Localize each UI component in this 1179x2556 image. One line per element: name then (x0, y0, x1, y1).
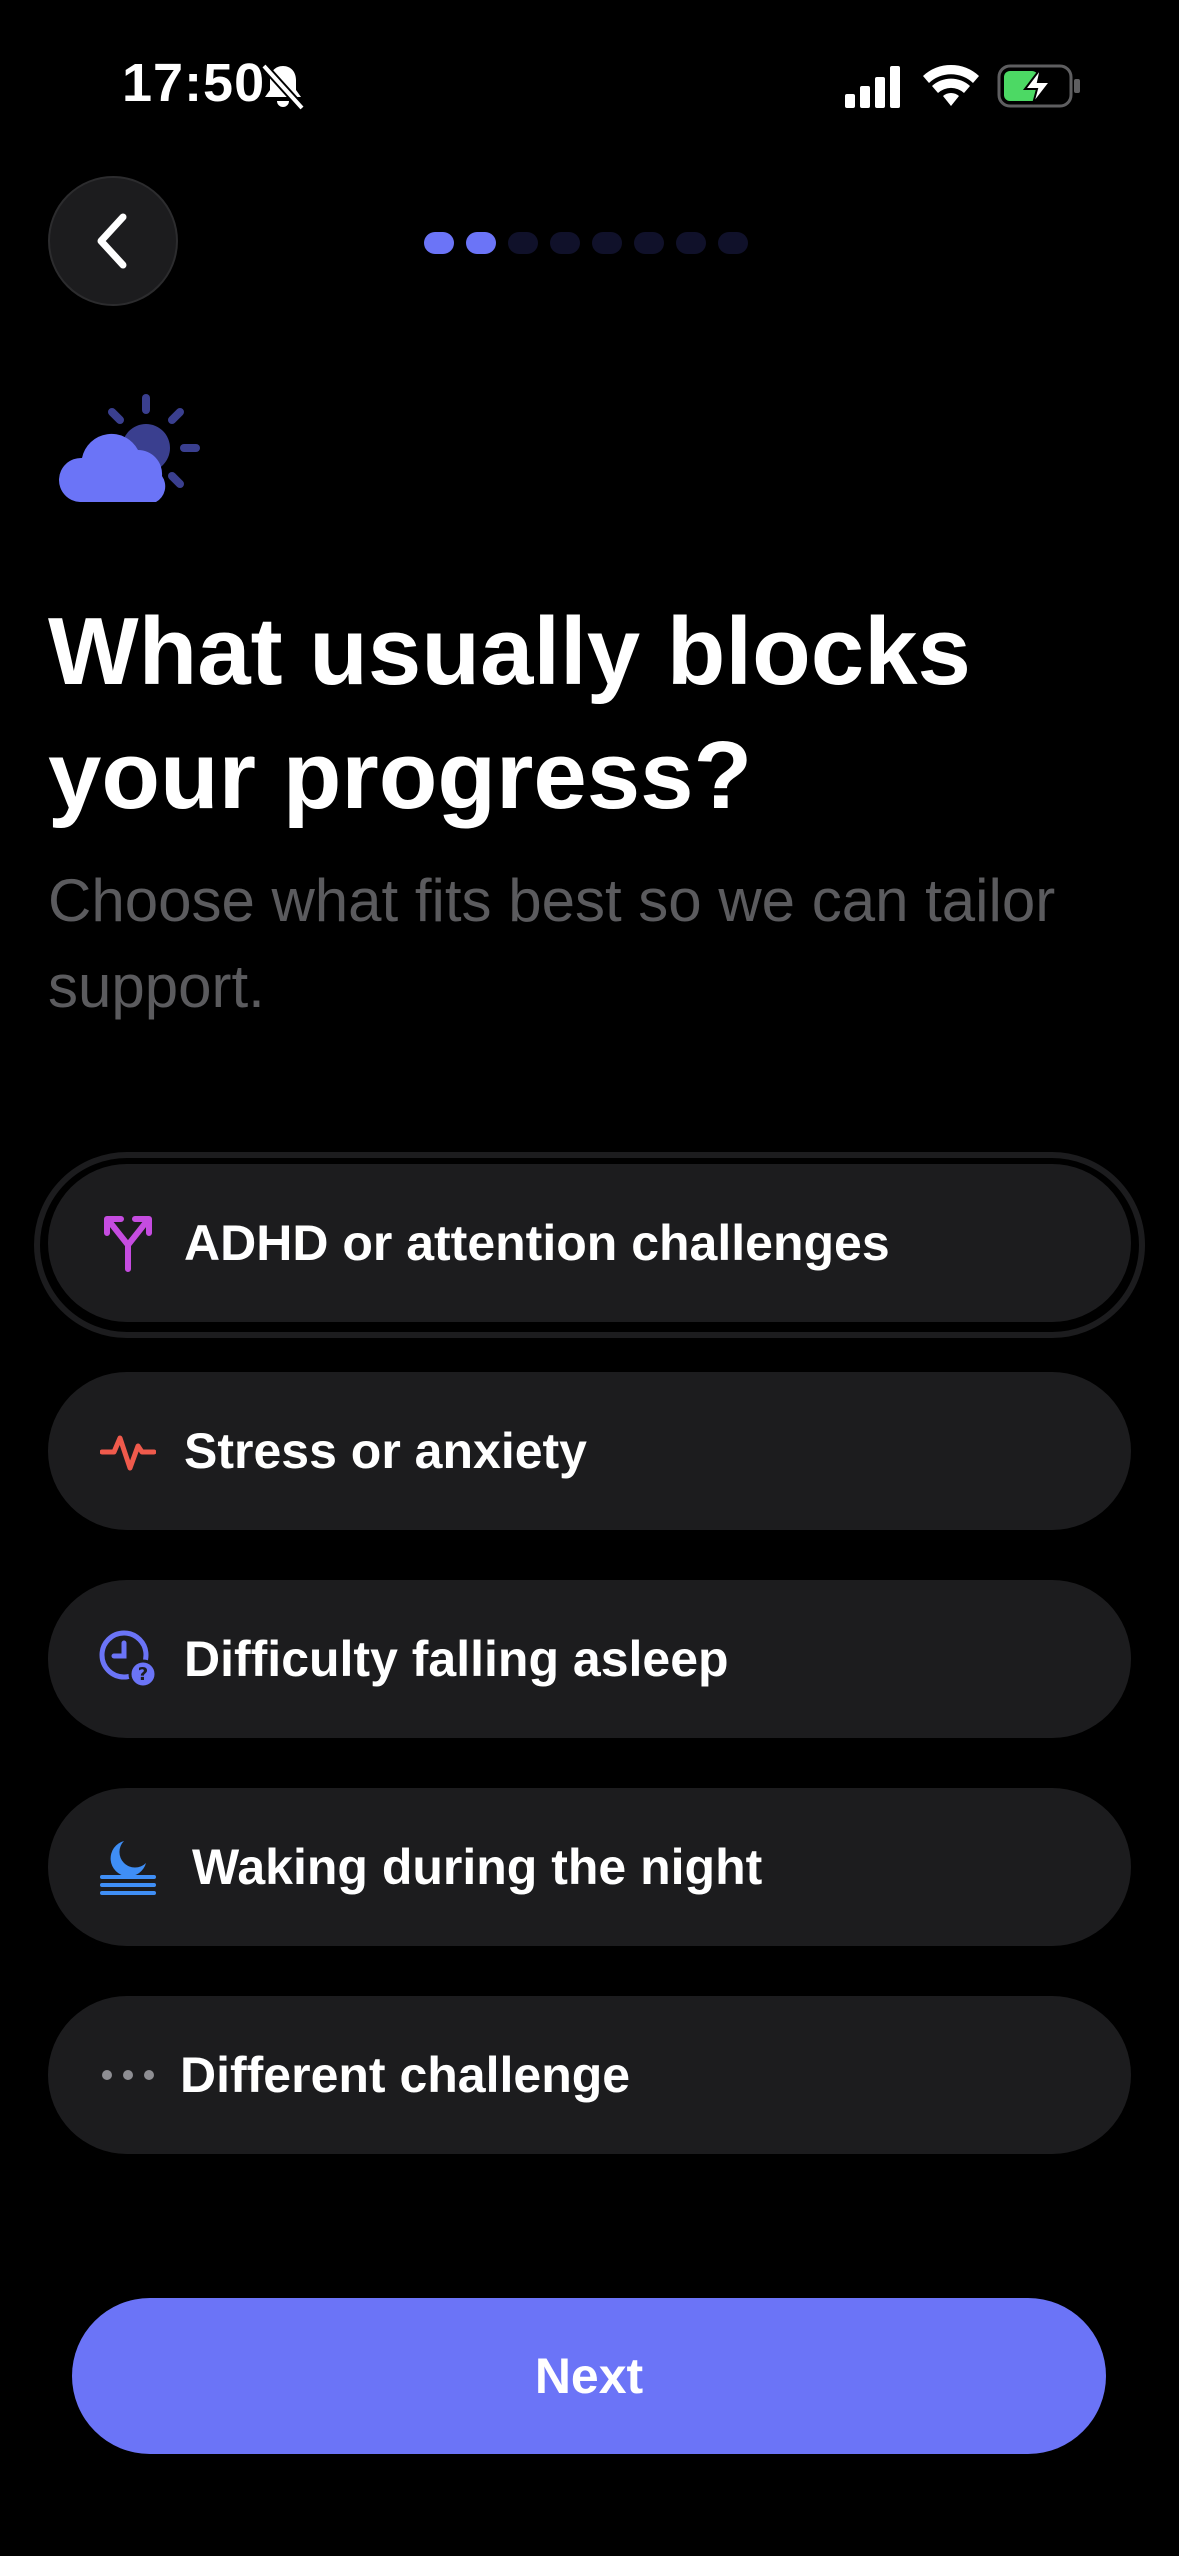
status-time: 17:50 (122, 53, 266, 113)
svg-text:?: ? (138, 1664, 148, 1685)
fork-arrows-icon (96, 1211, 160, 1275)
page-title: What usually blocks your progress? (48, 598, 971, 829)
partly-cloudy-icon (58, 394, 200, 502)
page-subtitle: Choose what fits best so we can tailor s… (48, 867, 1056, 1020)
option-sleep-onset[interactable]: ? Difficulty falling asleep (48, 1580, 1131, 1738)
progress-dot (592, 232, 622, 254)
battery-charging-icon (997, 64, 1080, 108)
progress-dot (676, 232, 706, 254)
chevron-left-icon (97, 213, 127, 269)
moon-horizon-icon (96, 1835, 160, 1899)
option-label: ADHD or attention challenges (184, 1215, 890, 1271)
bell-slash-icon (261, 63, 305, 111)
progress-dot (718, 232, 748, 254)
progress-dot (466, 232, 496, 254)
progress-dot (550, 232, 580, 254)
status-bar: 17:50 (0, 0, 1179, 170)
progress-dot (634, 232, 664, 254)
option-label: Waking during the night (192, 1839, 763, 1895)
option-label: Difficulty falling asleep (184, 1631, 729, 1687)
option-adhd[interactable]: ADHD or attention challenges (48, 1164, 1131, 1322)
clock-question-icon: ? (96, 1627, 160, 1691)
progress-indicator (424, 232, 748, 256)
more-dots-icon (96, 2043, 160, 2107)
wifi-icon (923, 64, 979, 106)
cellular-signal-icon (845, 66, 900, 108)
back-button[interactable] (48, 176, 178, 306)
option-label: Different challenge (180, 2047, 631, 2103)
progress-dot (508, 232, 538, 254)
heartbeat-icon (96, 1419, 160, 1483)
next-button[interactable]: Next (72, 2298, 1106, 2454)
progress-dot (424, 232, 454, 254)
option-label: Stress or anxiety (184, 1423, 587, 1479)
option-stress[interactable]: Stress or anxiety (48, 1372, 1131, 1530)
option-different[interactable]: Different challenge (48, 1996, 1131, 2154)
option-night-waking[interactable]: Waking during the night (48, 1788, 1131, 1946)
